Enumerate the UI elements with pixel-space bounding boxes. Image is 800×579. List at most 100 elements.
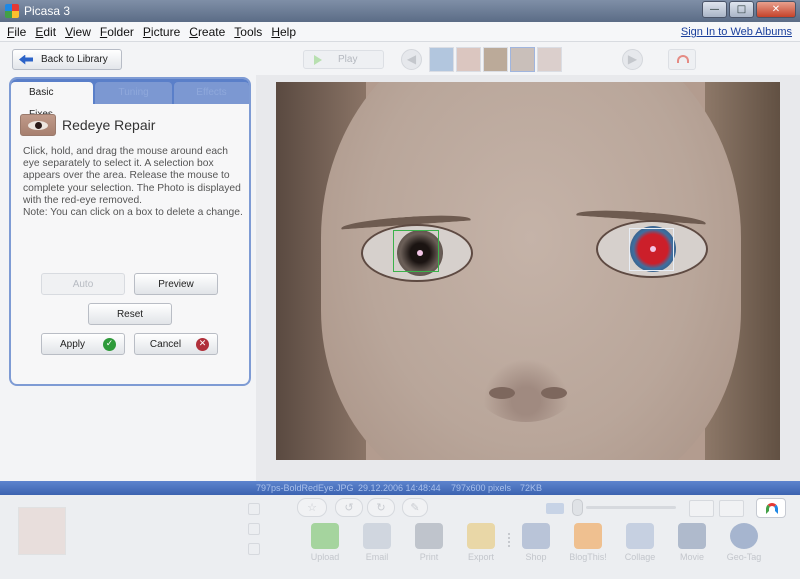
tray-pin-icon[interactable] — [248, 503, 260, 515]
menu-edit[interactable]: Edit — [35, 25, 56, 39]
photo-nostril-right — [541, 387, 567, 399]
cancel-button[interactable]: Cancel ✕ — [134, 333, 218, 355]
preview-button[interactable]: Preview — [134, 273, 218, 295]
preview-button-label: Preview — [158, 278, 194, 290]
next-photo-button[interactable]: ▶ — [622, 49, 643, 70]
close-button[interactable]: ✕ — [756, 1, 796, 18]
filmstrip-thumbnail[interactable] — [456, 47, 481, 72]
tab-effects[interactable]: Effects — [174, 82, 249, 104]
menu-view[interactable]: View — [65, 25, 91, 39]
play-button[interactable]: Play — [303, 50, 384, 69]
tray-add-icon[interactable] — [248, 543, 260, 555]
shop-button[interactable]: Shop — [511, 523, 561, 562]
print-button[interactable]: Print — [404, 523, 454, 562]
zoom-slider-track[interactable] — [586, 506, 676, 509]
photo-nostril-left — [489, 387, 515, 399]
tray-separator — [508, 533, 510, 547]
tab-tuning[interactable]: Tuning — [95, 82, 172, 104]
minimize-button[interactable]: — — [702, 1, 727, 18]
blogthis-label: BlogThis! — [569, 552, 607, 562]
cancel-button-label: Cancel — [149, 338, 182, 350]
zoom-slider-knob[interactable] — [572, 499, 583, 516]
toolbar: Back to Library Play ◀ ▶ — [0, 43, 800, 75]
filmstrip-thumbnail-selected[interactable] — [510, 47, 535, 72]
export-button[interactable]: Export — [456, 523, 506, 562]
apply-button[interactable]: Apply ✓ — [41, 333, 125, 355]
star-button[interactable]: ☆ — [297, 498, 327, 517]
previous-photo-button[interactable]: ◀ — [401, 49, 422, 70]
rotate-left-button[interactable]: ↺ — [335, 498, 363, 517]
menu-picture[interactable]: Picture — [143, 25, 180, 39]
rainbow-icon — [677, 55, 689, 63]
auto-button-label: Auto — [72, 278, 94, 290]
auto-button[interactable]: Auto — [41, 273, 125, 295]
tool-header: Redeye Repair — [20, 114, 155, 136]
tag-icon: ✎ — [410, 501, 420, 514]
export-label: Export — [467, 552, 494, 562]
menu-tools[interactable]: Tools — [234, 25, 262, 39]
filmstrip-thumbnail[interactable] — [537, 47, 562, 72]
upload-button[interactable]: Upload — [300, 523, 350, 562]
window-controls: — □ ✕ — [702, 1, 796, 18]
rainbow-tool-button[interactable] — [668, 49, 696, 70]
shop-label: Shop — [525, 552, 547, 562]
sign-in-link[interactable]: Sign In to Web Albums — [681, 26, 792, 38]
title-bar: Picasa 3 — □ ✕ — [0, 0, 800, 22]
reset-button-label: Reset — [116, 308, 144, 320]
print-icon — [415, 523, 443, 549]
email-icon — [363, 523, 391, 549]
movie-button[interactable]: Movie — [667, 523, 717, 562]
collage-button[interactable]: Collage — [615, 523, 665, 562]
filmstrip-thumbnail[interactable] — [429, 47, 454, 72]
info-datetime: 29.12.2006 14:48:44 — [358, 483, 441, 493]
info-dimensions: 797x600 pixels — [451, 483, 512, 493]
checkmark-icon: ✓ — [103, 337, 116, 351]
back-arrow-icon — [19, 54, 33, 65]
photo-viewer[interactable] — [256, 75, 800, 481]
menu-help[interactable]: Help — [271, 25, 296, 39]
photo-canvas[interactable] — [276, 82, 780, 460]
picasa-window: Picasa 3 — □ ✕ File Edit View Folder Pic… — [0, 0, 800, 579]
window-title: Picasa 3 — [24, 4, 71, 18]
redeye-selection-box[interactable] — [629, 228, 674, 271]
redeye-selection-box-fixed[interactable] — [393, 230, 439, 272]
arrow-left-icon: ◀ — [406, 52, 417, 66]
menu-folder[interactable]: Folder — [100, 25, 134, 39]
menu-create[interactable]: Create — [189, 25, 225, 39]
tag-button[interactable]: ✎ — [402, 498, 428, 517]
tool-title: Redeye Repair — [62, 117, 156, 133]
upload-icon — [311, 523, 339, 549]
back-to-library-label: Back to Library — [41, 54, 108, 65]
geotag-button[interactable]: Geo-Tag — [719, 523, 769, 562]
color-swatch-button[interactable] — [756, 498, 786, 518]
email-button[interactable]: Email — [352, 523, 402, 562]
play-label: Play — [338, 54, 358, 65]
edit-panel: Basic Fixes Tuning Effects Redeye Repair… — [9, 77, 251, 386]
tray-photo-thumbnail[interactable] — [18, 507, 66, 555]
play-icon — [314, 54, 322, 65]
compare-view-button[interactable] — [719, 500, 744, 517]
star-icon: ☆ — [307, 501, 317, 514]
back-to-library-button[interactable]: Back to Library — [12, 49, 122, 70]
redeye-tool-icon — [20, 114, 56, 136]
tab-basic-fixes[interactable]: Basic Fixes — [11, 82, 94, 120]
reset-button[interactable]: Reset — [88, 303, 172, 325]
filmstrip-thumbnail[interactable] — [483, 47, 508, 72]
tray-actions — [248, 503, 264, 563]
geotag-label: Geo-Tag — [726, 552, 762, 562]
picasa-logo-icon — [5, 4, 19, 18]
tool-description: Click, hold, and drag the mouse around e… — [23, 146, 243, 219]
tray-clear-icon[interactable] — [248, 523, 260, 535]
collage-label: Collage — [624, 552, 656, 562]
menu-file[interactable]: File — [7, 25, 26, 39]
shop-icon — [522, 523, 550, 549]
info-filesize: 72KB — [520, 483, 543, 493]
blogger-icon — [574, 523, 602, 549]
movie-label: Movie — [679, 552, 704, 562]
maximize-button[interactable]: □ — [729, 1, 754, 18]
edit-tabs: Basic Fixes Tuning Effects — [11, 79, 249, 120]
rotate-right-button[interactable]: ↻ — [367, 498, 395, 517]
blogthis-button[interactable]: BlogThis! — [563, 523, 613, 562]
apply-button-label: Apply — [59, 338, 85, 350]
single-view-button[interactable] — [689, 500, 714, 517]
